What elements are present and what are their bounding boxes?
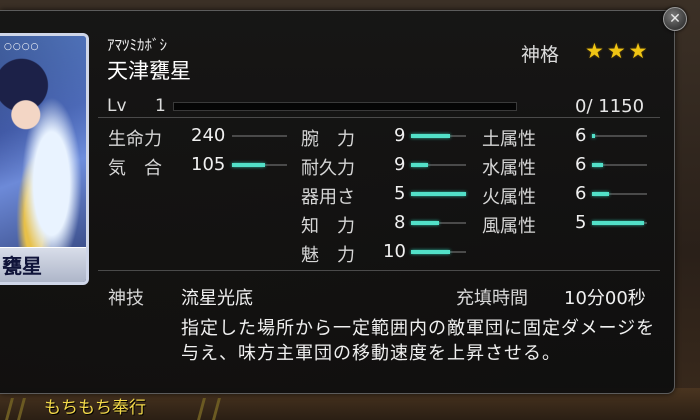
- card-name: 甕星: [2, 254, 42, 278]
- skill-name: 流星光底: [181, 288, 253, 309]
- divider: [98, 270, 660, 271]
- stat-label-arm: 腕 力: [301, 129, 355, 150]
- stat-label-water: 水属性: [482, 158, 536, 179]
- stat-bar-fill: [411, 192, 466, 196]
- stat-label-life: 生命力: [108, 129, 162, 150]
- stat-bar-fill: [411, 134, 450, 138]
- level-value: 1: [155, 96, 166, 116]
- stat-value-arm: 9: [394, 125, 406, 146]
- stat-bar-water: [592, 163, 647, 167]
- stat-bar-arm: [411, 134, 466, 138]
- stat-bar-charm: [411, 250, 466, 254]
- character-name: 天津甕星: [107, 59, 191, 83]
- stat-bar-fill: [592, 192, 609, 196]
- grass-decoration: [17, 398, 26, 420]
- scene-caption: もちもち奉行: [44, 398, 146, 418]
- grass-decoration: [197, 398, 206, 420]
- charge-time-value: 10分00秒: [564, 288, 646, 309]
- stat-value-fire: 6: [575, 183, 587, 204]
- experience-text: 0/ 1150: [575, 96, 645, 117]
- stat-value-charm: 10: [383, 241, 406, 262]
- stat-value-life: 240: [191, 125, 226, 146]
- grass-decoration: [212, 398, 221, 420]
- stat-bar-earth: [592, 134, 647, 138]
- stat-bar-fill: [592, 163, 603, 167]
- stat-value-endure: 9: [394, 154, 406, 175]
- portrait-image: [0, 36, 86, 282]
- stat-bar-fire: [592, 192, 647, 196]
- character-info-panel: ○○○○ 甕星 ｱﾏﾂﾐｶﾎﾞｼ 天津甕星 神格 ★★★ Lv 1 0/ 115…: [0, 10, 675, 394]
- stat-value-earth: 6: [575, 125, 587, 146]
- stat-bar-endure: [411, 163, 466, 167]
- skill-label: 神技: [108, 288, 144, 309]
- stat-value-wind: 5: [575, 212, 587, 233]
- experience-bar: [173, 102, 517, 111]
- close-button[interactable]: ✕: [663, 7, 687, 31]
- stat-bar-dex: [411, 192, 466, 196]
- stat-bar-fill: [592, 134, 595, 138]
- stat-label-endure: 耐久力: [301, 158, 355, 179]
- level-label: Lv: [107, 96, 127, 116]
- stat-bar-fill: [411, 163, 428, 167]
- name-reading: ｱﾏﾂﾐｶﾎﾞｼ: [107, 36, 168, 54]
- stat-bar-spirit: [232, 163, 287, 167]
- stat-label-charm: 魅 力: [301, 245, 355, 266]
- stat-bar-fill: [232, 163, 265, 167]
- stat-value-dex: 5: [394, 183, 406, 204]
- stat-value-int: 8: [394, 212, 406, 233]
- close-icon: ✕: [669, 11, 681, 27]
- stat-value-spirit: 105: [191, 154, 226, 175]
- stat-label-fire: 火属性: [482, 187, 536, 208]
- stat-bar-int: [411, 221, 466, 225]
- rank-stars-icon: ★★★: [585, 39, 651, 63]
- divider: [98, 117, 660, 118]
- charge-time-label: 充填時間: [456, 288, 528, 309]
- card-dots: ○○○○: [4, 42, 40, 52]
- skill-description: 指定した場所から一定範囲内の敵軍団に固定ダメージを与え、味方主軍団の移動速度を上…: [181, 318, 656, 364]
- grass-decoration: [5, 398, 14, 420]
- stat-label-dex: 器用さ: [301, 187, 355, 208]
- stat-label-earth: 土属性: [482, 129, 536, 150]
- card-name-bar: 甕星: [0, 247, 86, 282]
- portrait-card[interactable]: ○○○○ 甕星: [0, 33, 89, 285]
- stat-bar-fill: [592, 221, 645, 225]
- stat-bar-fill: [411, 250, 450, 254]
- stat-bar-life: [232, 135, 287, 137]
- rank-label: 神格: [521, 44, 560, 66]
- stat-label-spirit: 気 合: [108, 158, 162, 179]
- stat-label-int: 知 力: [301, 216, 355, 237]
- stat-value-water: 6: [575, 154, 587, 175]
- stat-bar-wind: [592, 221, 647, 225]
- stat-label-wind: 風属性: [482, 216, 536, 237]
- stat-bar-fill: [411, 221, 439, 225]
